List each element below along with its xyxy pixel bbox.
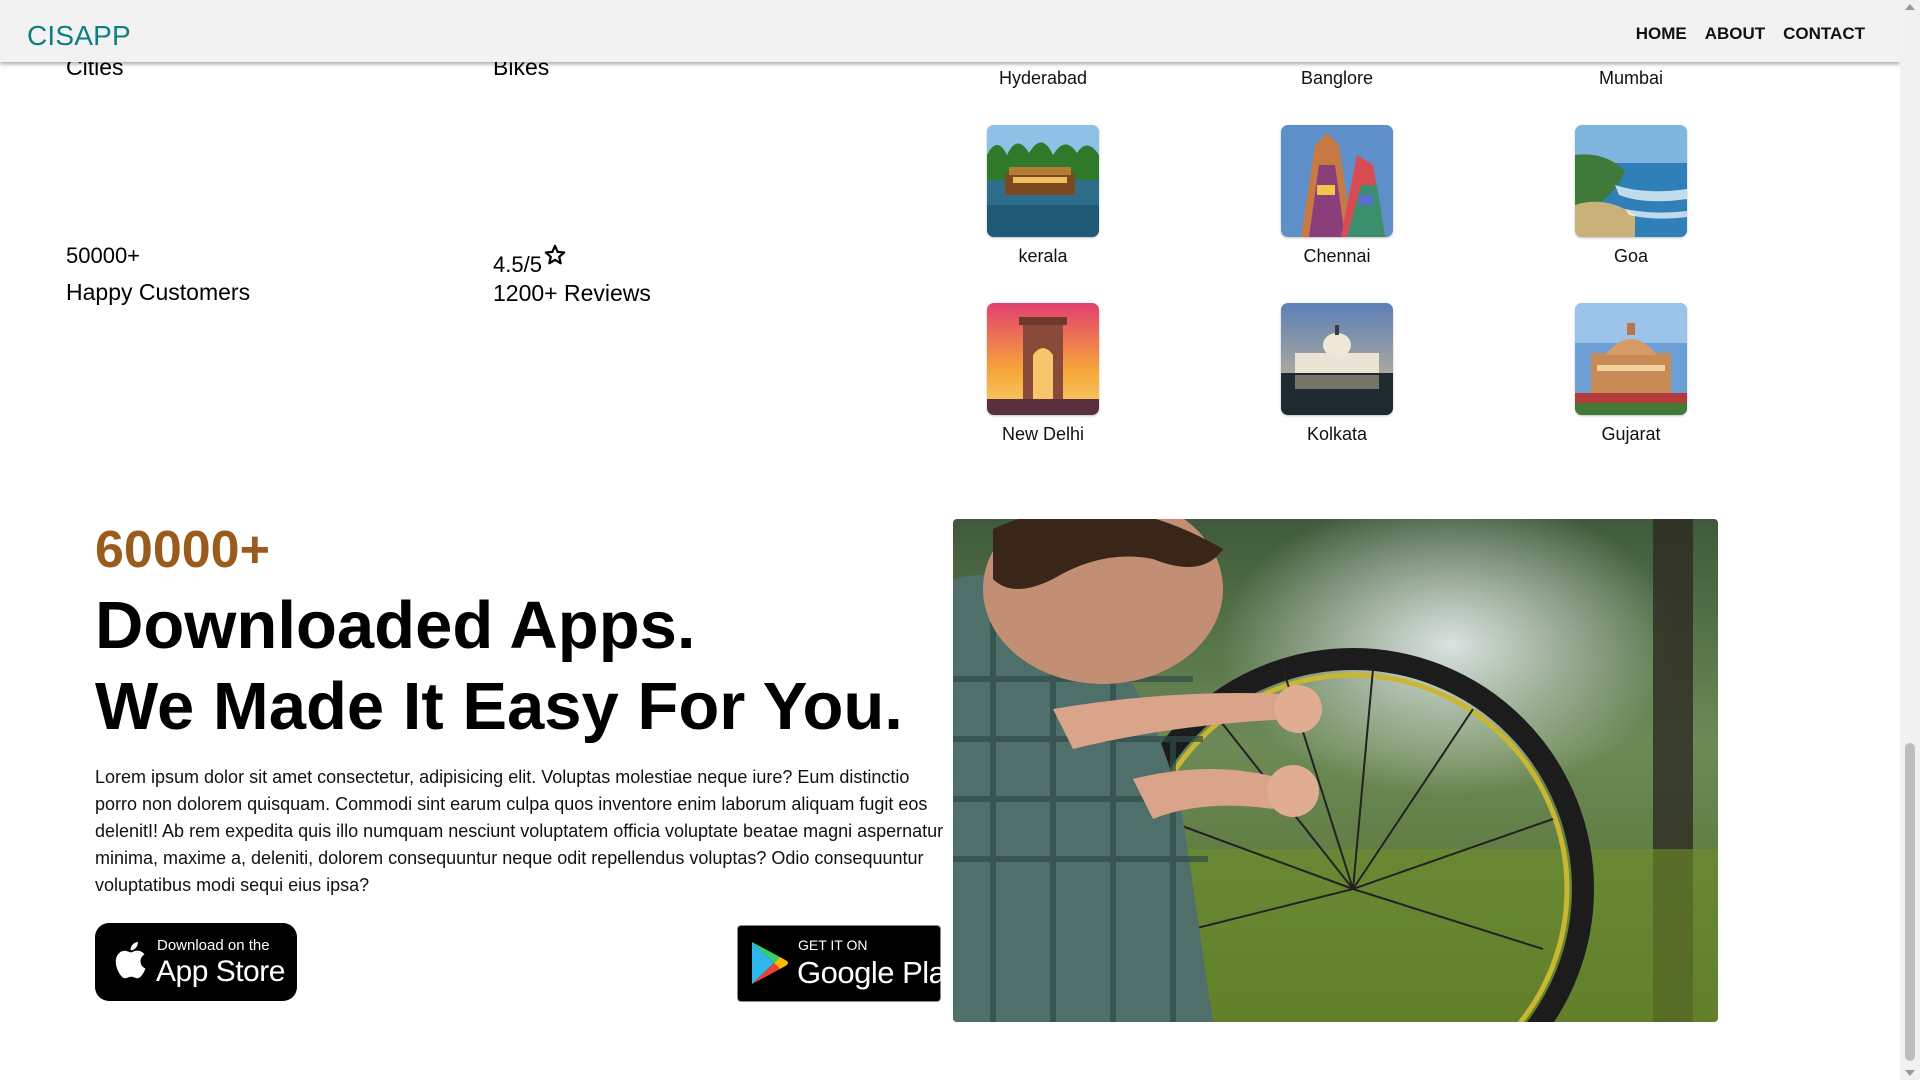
navbar: CISAPP HOME ABOUT CONTACT bbox=[0, 0, 1900, 62]
city-label-hyderabad[interactable]: Hyderabad bbox=[943, 68, 1143, 89]
city-label-goa: Goa bbox=[1613, 246, 1649, 266]
google-play-big-text: Google Play bbox=[797, 955, 961, 990]
city-label-chennai: Chennai bbox=[1303, 246, 1371, 266]
scroll-thumb[interactable] bbox=[1905, 743, 1915, 1061]
page-scrollbar[interactable] bbox=[1900, 0, 1920, 1080]
google-play-icon bbox=[750, 940, 788, 991]
scroll-down-icon[interactable] bbox=[1905, 1070, 1915, 1076]
city-label-kolkata: Kolkata bbox=[1306, 424, 1368, 444]
google-play-small-text: GET IT ON bbox=[798, 937, 868, 953]
downloads-title-line2: We Made It Easy For You. bbox=[95, 669, 903, 744]
city-card-kolkata[interactable]: Kolkata bbox=[1237, 303, 1437, 445]
customers-stat-value: 50000+ bbox=[66, 243, 141, 268]
city-card-kerala[interactable]: kerala bbox=[943, 125, 1143, 267]
brand-logo[interactable]: CISAPP bbox=[27, 20, 131, 52]
city-label-banglore[interactable]: Banglore bbox=[1237, 68, 1437, 89]
reviews-stat-label: 1200+ Reviews bbox=[493, 280, 651, 306]
city-label-gujarat: Gujarat bbox=[1601, 424, 1661, 444]
downloads-count: 60000+ bbox=[95, 521, 270, 579]
app-store-big-text: App Store bbox=[156, 955, 285, 988]
city-label-kerala: kerala bbox=[1018, 246, 1068, 266]
page: CISAPP HOME ABOUT CONTACT Cities Bikes 5… bbox=[0, 0, 1900, 1080]
nav-home[interactable]: HOME bbox=[1636, 24, 1687, 44]
app-store-small-text: Download on the bbox=[157, 937, 270, 954]
city-card-chennai[interactable]: Chennai bbox=[1237, 125, 1437, 267]
star-icon bbox=[544, 244, 566, 272]
rating-stat: 4.5/5 bbox=[493, 244, 566, 278]
goa-image bbox=[1575, 125, 1687, 237]
city-card-gujarat[interactable]: Gujarat bbox=[1531, 303, 1731, 445]
scroll-up-icon[interactable] bbox=[1905, 4, 1915, 10]
kolkata-image bbox=[1281, 303, 1393, 415]
bicycle-repair-photo bbox=[953, 519, 1718, 1022]
downloads-title: Downloaded Apps. We Made It Easy For You… bbox=[95, 585, 975, 747]
nav-links: HOME ABOUT CONTACT bbox=[1636, 24, 1865, 44]
customers-stat-label: Happy Customers bbox=[66, 279, 251, 305]
city-card-goa[interactable]: Goa bbox=[1531, 125, 1731, 267]
google-play-button[interactable]: GET IT ON Google Play bbox=[737, 925, 961, 1002]
new-delhi-image bbox=[987, 303, 1099, 415]
chennai-image bbox=[1281, 125, 1393, 237]
nav-about[interactable]: ABOUT bbox=[1705, 24, 1765, 44]
downloads-description: Lorem ipsum dolor sit amet consectetur, … bbox=[95, 767, 944, 895]
gujarat-image bbox=[1575, 303, 1687, 415]
rating-value: 4.5/5 bbox=[493, 252, 542, 277]
city-card-new-delhi[interactable]: New Delhi bbox=[943, 303, 1143, 445]
city-label-mumbai[interactable]: Mumbai bbox=[1531, 68, 1731, 89]
nav-contact[interactable]: CONTACT bbox=[1783, 24, 1865, 44]
city-label-new-delhi: New Delhi bbox=[1001, 424, 1085, 444]
downloads-title-line1: Downloaded Apps. bbox=[95, 588, 696, 663]
kerala-image bbox=[987, 125, 1099, 237]
app-store-button[interactable]: Download on the App Store bbox=[95, 923, 297, 1001]
apple-icon bbox=[113, 939, 147, 986]
